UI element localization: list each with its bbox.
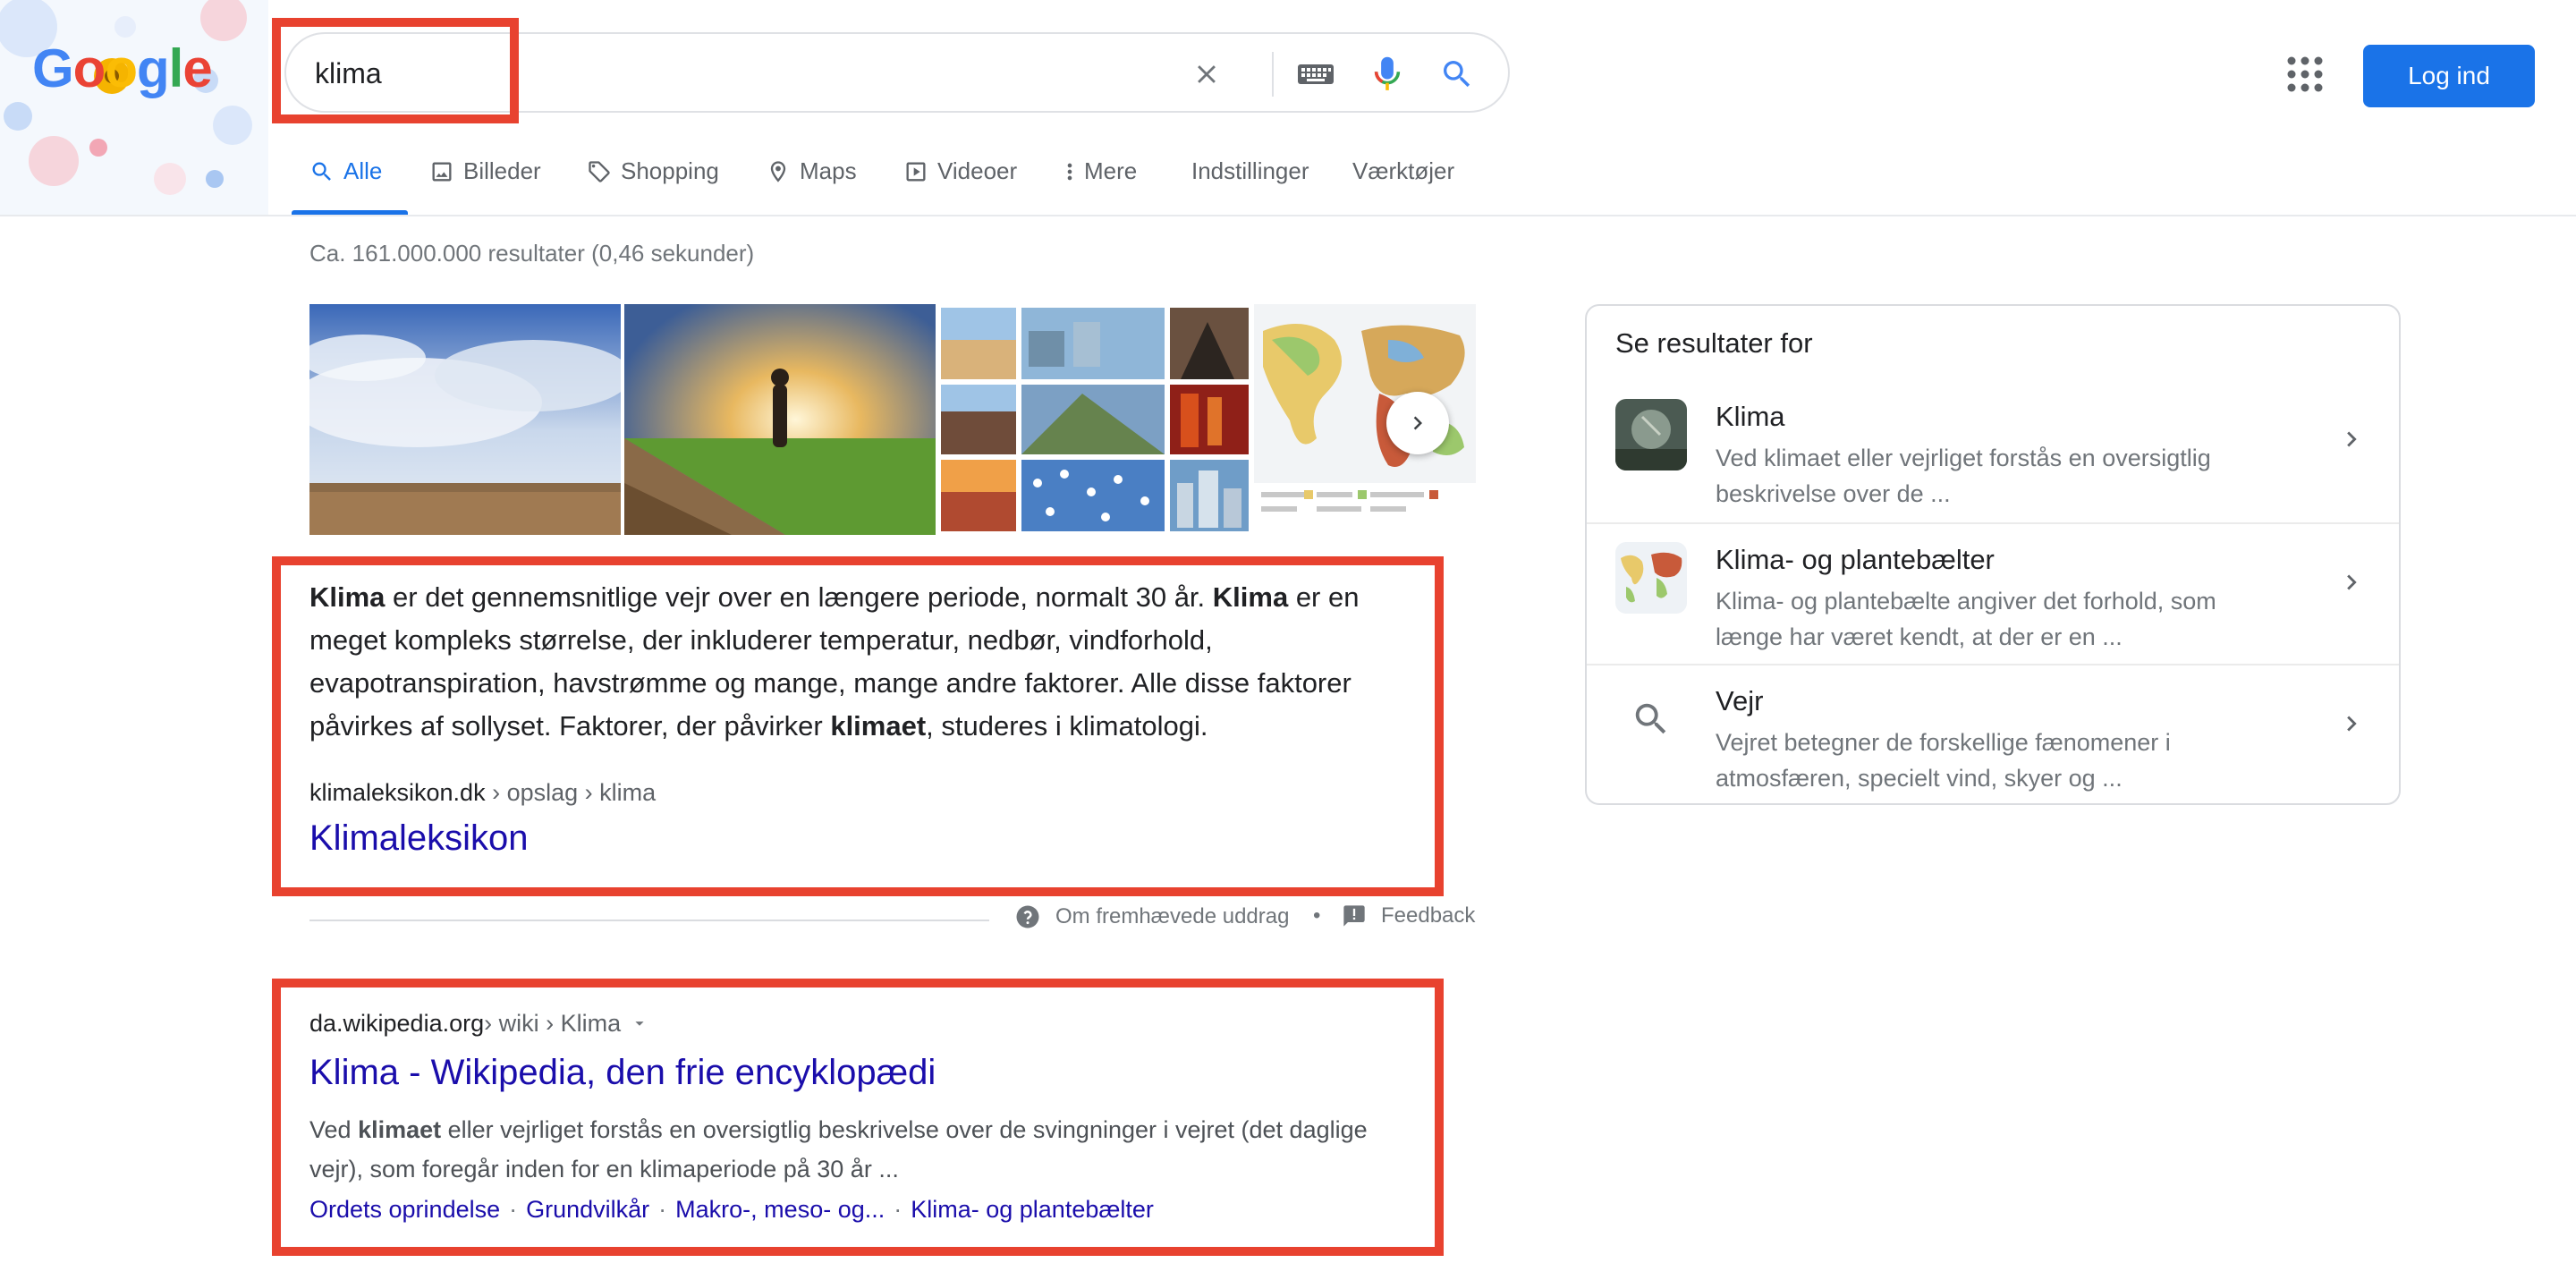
carousel-next-button[interactable] [1386, 392, 1449, 454]
tab-label: Maps [800, 157, 857, 184]
feedback-link[interactable]: Feedback [1342, 903, 1475, 928]
tab-images[interactable]: Billeder [429, 157, 541, 215]
clear-icon[interactable] [1182, 50, 1231, 98]
panel-item-desc: Ved klimaet eller vejrliget forstås en o… [1716, 445, 2211, 507]
divider [309, 920, 989, 921]
tab-settings[interactable]: Indstillinger [1191, 157, 1309, 215]
feedback-label: Feedback [1381, 903, 1476, 928]
keyboard-icon[interactable] [1292, 50, 1340, 98]
climate-collage-image[interactable] [939, 304, 1250, 535]
chevron-right-icon [2347, 574, 2357, 590]
tag-icon [589, 161, 610, 182]
panel-item-title: Klima [1716, 401, 1785, 432]
storm-image-icon [1615, 399, 1687, 470]
search-icon [1635, 703, 1666, 734]
footer-separator: • [1313, 903, 1321, 928]
tab-shopping[interactable]: Shopping [587, 157, 719, 215]
panel-item-desc: Klima- og plantebælte angiver det forhol… [1716, 588, 2216, 650]
search-icon[interactable] [1433, 50, 1481, 98]
tab-more[interactable]: Mere [1064, 157, 1137, 215]
login-button[interactable]: Log ind [2363, 45, 2535, 107]
see-results-for-panel: Se resultater for Klima Ved klimaet elle… [1585, 304, 2401, 805]
panel-item-klima-plantebaelter[interactable]: Klima- og plantebælter Klima- og planteb… [1587, 522, 2399, 665]
microphone-icon[interactable] [1363, 50, 1411, 98]
doodle-flowers-icon [0, 0, 268, 215]
panel-item-title: Vejr [1716, 685, 1764, 716]
chevron-right-icon [2347, 431, 2357, 447]
panel-item-klima[interactable]: Klima Ved klimaet eller vejrliget forstå… [1587, 381, 2399, 522]
tab-label: Alle [343, 157, 383, 184]
result-stats: Ca. 161.000.000 resultater (0,46 sekunde… [309, 240, 755, 267]
highlight-box-featured [272, 556, 1444, 896]
search-divider [1272, 52, 1274, 97]
tab-all[interactable]: Alle [309, 157, 382, 215]
google-logo: Google [32, 38, 213, 98]
vejr-thumbnail [1615, 683, 1687, 755]
search-icon [312, 162, 331, 181]
map-pin-icon [770, 161, 786, 182]
feedback-icon [1343, 905, 1365, 927]
world-map-icon [1615, 542, 1687, 614]
image-icon [432, 162, 452, 182]
more-vert-icon [1067, 163, 1072, 181]
image-carousel [309, 304, 1476, 535]
highlight-box-search [272, 18, 519, 123]
tab-videos[interactable]: Videoer [903, 157, 1017, 215]
help-circle-icon [1016, 905, 1039, 928]
active-tab-indicator [292, 210, 408, 215]
highlight-box-result [272, 979, 1444, 1256]
tab-maps[interactable]: Maps [766, 157, 857, 215]
chevron-right-icon [2347, 716, 2357, 732]
video-icon [906, 162, 926, 182]
tab-label: Billeder [463, 157, 541, 184]
plantebaelter-thumbnail [1615, 542, 1687, 614]
panel-item-desc: Vejret betegner de forskellige fænomener… [1716, 729, 2171, 792]
tab-label: Indstillinger [1191, 157, 1309, 184]
panel-item-vejr[interactable]: Vejr Vejret betegner de forskellige fæno… [1587, 664, 2399, 807]
chevron-right-icon [1413, 416, 1422, 430]
panel-item-title: Klima- og plantebælter [1716, 544, 1995, 575]
tab-tools[interactable]: Værktøjer [1352, 157, 1454, 215]
sky-field-image[interactable] [309, 304, 621, 535]
person-sunset-image[interactable] [624, 304, 936, 535]
about-snippet-label: Om fremhævede uddrag [1055, 904, 1290, 928]
tab-label: Videoer [937, 157, 1018, 184]
apps-grid-icon[interactable] [2286, 55, 2324, 93]
panel-title: Se resultater for [1615, 327, 1813, 359]
tab-label: Mere [1084, 157, 1138, 184]
google-doodle[interactable]: Google [0, 0, 268, 215]
featured-footer: Om fremhævede uddrag • Feedback [309, 903, 1476, 939]
tab-label: Shopping [621, 157, 719, 184]
about-snippet-link[interactable]: Om fremhævede uddrag [1014, 903, 1289, 930]
klima-thumbnail [1615, 399, 1687, 470]
tab-label: Værktøjer [1352, 157, 1455, 184]
